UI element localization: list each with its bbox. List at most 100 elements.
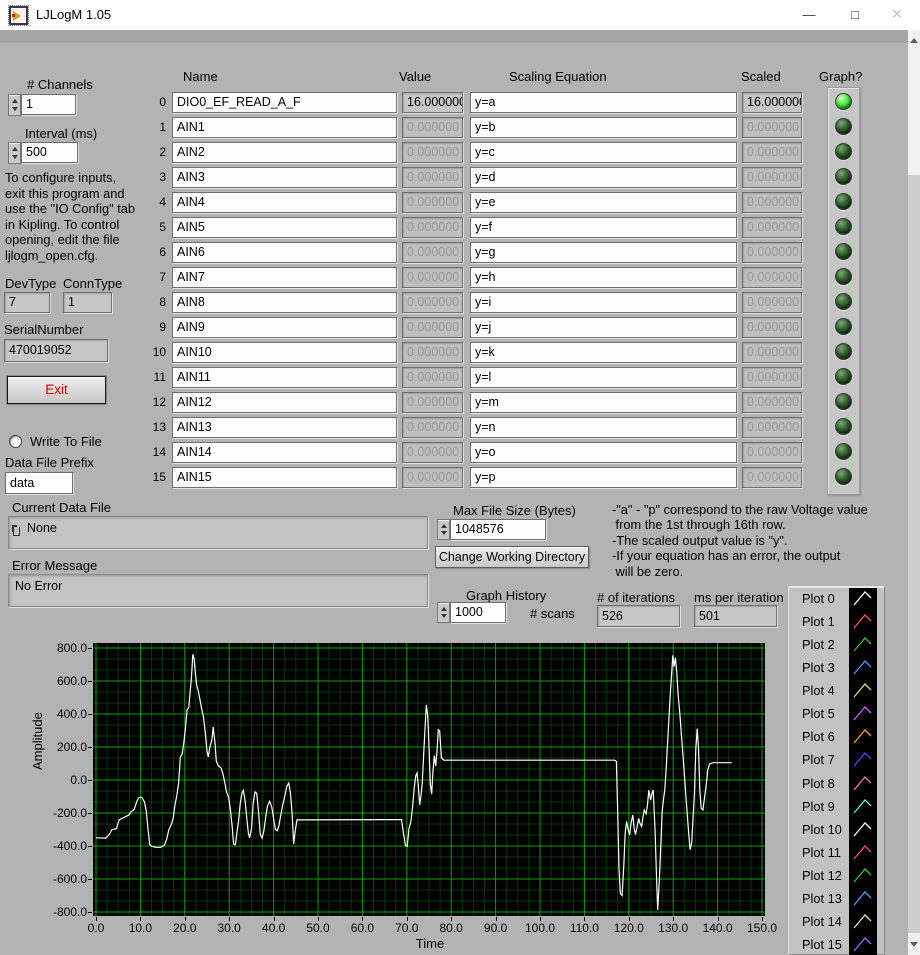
legend-line-sample-icon[interactable] (849, 842, 877, 863)
legend-line-sample-icon[interactable] (849, 796, 877, 817)
exit-button[interactable]: Exit (6, 375, 107, 405)
legend-plot-label[interactable]: Plot 1 (802, 614, 848, 629)
graph-led[interactable] (835, 418, 852, 435)
legend-plot-label[interactable]: Plot 15 (802, 937, 848, 952)
channel-name-input[interactable]: AIN9 (172, 317, 397, 338)
graph-led[interactable] (835, 243, 852, 260)
scaling-equation-input[interactable]: y=d (470, 167, 737, 188)
channel-name-input[interactable]: AIN12 (172, 392, 397, 413)
scaling-equation-input[interactable]: y=l (470, 367, 737, 388)
graph-led[interactable] (835, 93, 852, 110)
legend-line-sample-icon[interactable] (849, 634, 877, 655)
legend-plot-label[interactable]: Plot 9 (802, 799, 848, 814)
interval-input[interactable]: 500 (21, 142, 78, 163)
channel-name-input[interactable]: AIN14 (172, 442, 397, 463)
data-file-prefix-input[interactable]: data (5, 472, 73, 494)
channels-stepper[interactable] (8, 94, 21, 116)
max-file-size-stepper[interactable] (437, 519, 450, 540)
legend-line-sample-icon[interactable] (849, 934, 877, 955)
channel-name-input[interactable]: AIN15 (172, 467, 397, 488)
channel-name-input[interactable]: AIN10 (172, 342, 397, 363)
legend-plot-label[interactable]: Plot 0 (802, 591, 848, 606)
legend-line-sample-icon[interactable] (849, 773, 877, 794)
write-to-file-radio[interactable] (9, 435, 22, 448)
channel-name-input[interactable]: DIO0_EF_READ_A_F (172, 92, 397, 113)
path-browse-icon[interactable] (13, 527, 20, 536)
legend-line-sample-icon[interactable] (849, 703, 877, 724)
scaling-equation-input[interactable]: y=g (470, 242, 737, 263)
graph-led[interactable] (835, 393, 852, 410)
vertical-scrollbar[interactable] (908, 30, 920, 955)
interval-stepper[interactable] (8, 142, 21, 164)
close-button[interactable]: ✕ (874, 0, 920, 30)
change-working-directory-button[interactable]: Change Working Directory (435, 546, 589, 568)
scaling-equation-input[interactable]: y=p (470, 467, 737, 488)
legend-plot-label[interactable]: Plot 6 (802, 729, 848, 744)
scaling-equation-input[interactable]: y=a (470, 92, 737, 113)
legend-line-sample-icon[interactable] (849, 726, 877, 747)
waveform-graph[interactable] (93, 643, 765, 916)
legend-plot-label[interactable]: Plot 10 (802, 822, 848, 837)
channel-name-input[interactable]: AIN3 (172, 167, 397, 188)
legend-plot-label[interactable]: Plot 5 (802, 706, 848, 721)
legend-plot-label[interactable]: Plot 8 (802, 776, 848, 791)
graph-led[interactable] (835, 193, 852, 210)
graph-led[interactable] (835, 293, 852, 310)
scaling-equation-input[interactable]: y=c (470, 142, 737, 163)
channel-name-input[interactable]: AIN11 (172, 367, 397, 388)
channel-name-input[interactable]: AIN7 (172, 267, 397, 288)
chevron-down-icon[interactable] (910, 942, 918, 947)
legend-line-sample-icon[interactable] (849, 657, 877, 678)
scaling-equation-input[interactable]: y=k (470, 342, 737, 363)
channels-input[interactable]: 1 (21, 94, 76, 115)
graph-history-stepper[interactable] (437, 602, 450, 623)
maximize-button[interactable]: □ (832, 0, 878, 30)
max-file-size-input[interactable]: 1048576 (450, 519, 546, 540)
legend-line-sample-icon[interactable] (849, 911, 877, 932)
legend-line-sample-icon[interactable] (849, 749, 877, 770)
scaling-equation-input[interactable]: y=f (470, 217, 737, 238)
legend-plot-label[interactable]: Plot 13 (802, 891, 848, 906)
scaling-equation-input[interactable]: y=j (470, 317, 737, 338)
graph-led[interactable] (835, 168, 852, 185)
title-bar[interactable]: LJLogM 1.05 — □ ✕ (0, 0, 920, 30)
graph-history-input[interactable]: 1000 (450, 602, 506, 623)
minimize-button[interactable]: — (786, 0, 832, 30)
channel-name-input[interactable]: AIN6 (172, 242, 397, 263)
legend-line-sample-icon[interactable] (849, 588, 877, 609)
graph-led[interactable] (835, 143, 852, 160)
chevron-up-icon[interactable] (910, 38, 918, 43)
channel-name-input[interactable]: AIN5 (172, 217, 397, 238)
legend-plot-label[interactable]: Plot 14 (802, 914, 848, 929)
channel-name-input[interactable]: AIN4 (172, 192, 397, 213)
scaling-equation-input[interactable]: y=e (470, 192, 737, 213)
legend-plot-label[interactable]: Plot 3 (802, 660, 848, 675)
graph-led[interactable] (835, 268, 852, 285)
scaling-equation-input[interactable]: y=i (470, 292, 737, 313)
channel-name-input[interactable]: AIN8 (172, 292, 397, 313)
channel-name-input[interactable]: AIN1 (172, 117, 397, 138)
channel-name-input[interactable]: AIN13 (172, 417, 397, 438)
scaling-equation-input[interactable]: y=h (470, 267, 737, 288)
legend-plot-label[interactable]: Plot 4 (802, 683, 848, 698)
graph-led[interactable] (835, 443, 852, 460)
legend-line-sample-icon[interactable] (849, 819, 877, 840)
channel-name-input[interactable]: AIN2 (172, 142, 397, 163)
graph-led[interactable] (835, 318, 852, 335)
scaling-equation-input[interactable]: y=o (470, 442, 737, 463)
graph-led[interactable] (835, 468, 852, 485)
legend-plot-label[interactable]: Plot 2 (802, 637, 848, 652)
legend-line-sample-icon[interactable] (849, 865, 877, 886)
legend-line-sample-icon[interactable] (849, 680, 877, 701)
legend-plot-label[interactable]: Plot 11 (802, 845, 848, 860)
scaling-equation-input[interactable]: y=n (470, 417, 737, 438)
legend-plot-label[interactable]: Plot 7 (802, 752, 848, 767)
legend-line-sample-icon[interactable] (849, 888, 877, 909)
legend-line-sample-icon[interactable] (849, 611, 877, 632)
scaling-equation-input[interactable]: y=b (470, 117, 737, 138)
graph-led[interactable] (835, 118, 852, 135)
graph-led[interactable] (835, 368, 852, 385)
scrollbar-thumb[interactable] (908, 175, 920, 933)
legend-plot-label[interactable]: Plot 12 (802, 868, 848, 883)
graph-led[interactable] (835, 218, 852, 235)
